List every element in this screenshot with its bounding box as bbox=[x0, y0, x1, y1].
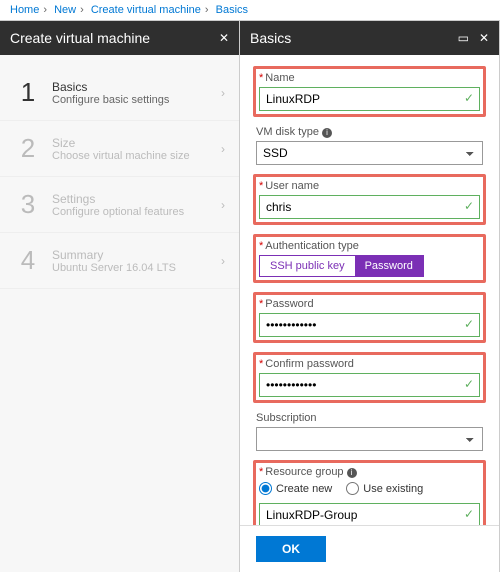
rg-create-new-radio[interactable]: Create new bbox=[259, 482, 332, 495]
field-auth-type: *Authentication type SSH public key Pass… bbox=[259, 240, 480, 277]
maximize-icon[interactable]: ▭ bbox=[458, 31, 469, 45]
field-vm-disk-type: VM disk typei SSD bbox=[256, 126, 483, 165]
resource-group-input[interactable] bbox=[259, 503, 480, 525]
wizard-steps-panel: Create virtual machine ✕ 1 Basics Config… bbox=[0, 21, 240, 572]
user-name-input[interactable] bbox=[259, 195, 480, 219]
field-subscription: Subscription bbox=[256, 412, 483, 451]
wizard-step-summary[interactable]: 4 Summary Ubuntu Server 16.04 LTS › bbox=[0, 233, 239, 289]
wizard-step-settings[interactable]: 3 Settings Configure optional features › bbox=[0, 177, 239, 233]
info-icon[interactable]: i bbox=[347, 468, 357, 478]
vm-disk-type-select[interactable]: SSD bbox=[256, 141, 483, 165]
chevron-right-icon: › bbox=[221, 86, 225, 100]
password-input[interactable] bbox=[259, 313, 480, 337]
info-icon[interactable]: i bbox=[322, 128, 332, 138]
auth-password-option[interactable]: Password bbox=[355, 256, 423, 276]
breadcrumb-new[interactable]: New bbox=[54, 4, 76, 16]
breadcrumb: Home› New› Create virtual machine› Basic… bbox=[0, 0, 500, 20]
field-name: *Name ✓ bbox=[259, 72, 480, 111]
left-panel-header: Create virtual machine ✕ bbox=[0, 21, 239, 55]
form-footer: OK bbox=[240, 525, 499, 572]
basics-form-panel: Basics ▭ ✕ *Name ✓ VM disk typei SSD bbox=[240, 21, 500, 572]
close-icon[interactable]: ✕ bbox=[479, 31, 489, 45]
auth-type-toggle: SSH public key Password bbox=[259, 255, 424, 277]
breadcrumb-home[interactable]: Home bbox=[10, 4, 39, 16]
field-user-name: *User name ✓ bbox=[259, 180, 480, 219]
wizard-step-basics[interactable]: 1 Basics Configure basic settings › bbox=[0, 65, 239, 121]
field-confirm-password: *Confirm password ✓ bbox=[259, 358, 480, 397]
chevron-right-icon: › bbox=[221, 142, 225, 156]
wizard-step-size[interactable]: 2 Size Choose virtual machine size › bbox=[0, 121, 239, 177]
subscription-select[interactable] bbox=[256, 427, 483, 451]
right-panel-title: Basics bbox=[250, 30, 291, 46]
auth-ssh-option[interactable]: SSH public key bbox=[260, 256, 355, 276]
field-password: *Password ✓ bbox=[259, 298, 480, 337]
breadcrumb-basics[interactable]: Basics bbox=[216, 4, 248, 16]
confirm-password-input[interactable] bbox=[259, 373, 480, 397]
ok-button[interactable]: OK bbox=[256, 536, 326, 562]
breadcrumb-create-vm[interactable]: Create virtual machine bbox=[91, 4, 201, 16]
rg-use-existing-radio[interactable]: Use existing bbox=[346, 482, 423, 495]
right-panel-header: Basics ▭ ✕ bbox=[240, 21, 499, 55]
name-input[interactable] bbox=[259, 87, 480, 111]
chevron-right-icon: › bbox=[221, 254, 225, 268]
chevron-right-icon: › bbox=[221, 198, 225, 212]
field-resource-group: *Resource groupi Create new Use existing… bbox=[259, 466, 480, 525]
left-panel-title: Create virtual machine bbox=[10, 30, 150, 46]
close-icon[interactable]: ✕ bbox=[219, 31, 229, 45]
